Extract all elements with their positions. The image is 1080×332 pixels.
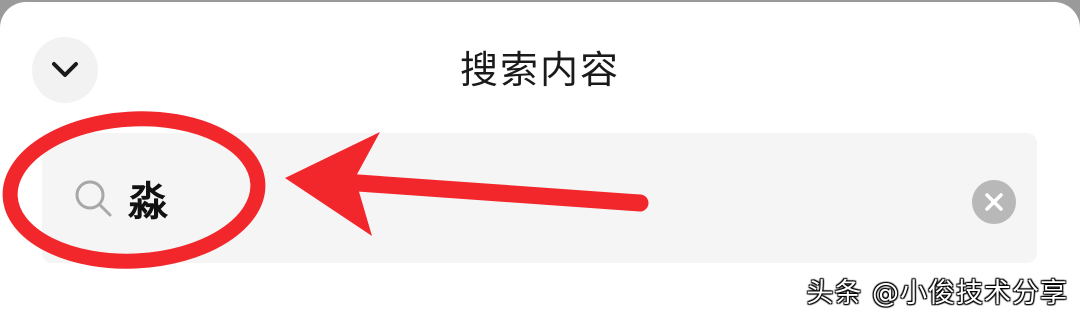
search-icon	[75, 180, 112, 217]
search-input[interactable]	[128, 163, 928, 233]
search-bar[interactable]	[42, 133, 1037, 263]
clear-icon	[985, 193, 1003, 211]
page-title: 搜索内容	[459, 48, 620, 92]
watermark: 头条 @小俊技术分享	[806, 278, 1068, 309]
clear-button[interactable]	[972, 180, 1016, 224]
